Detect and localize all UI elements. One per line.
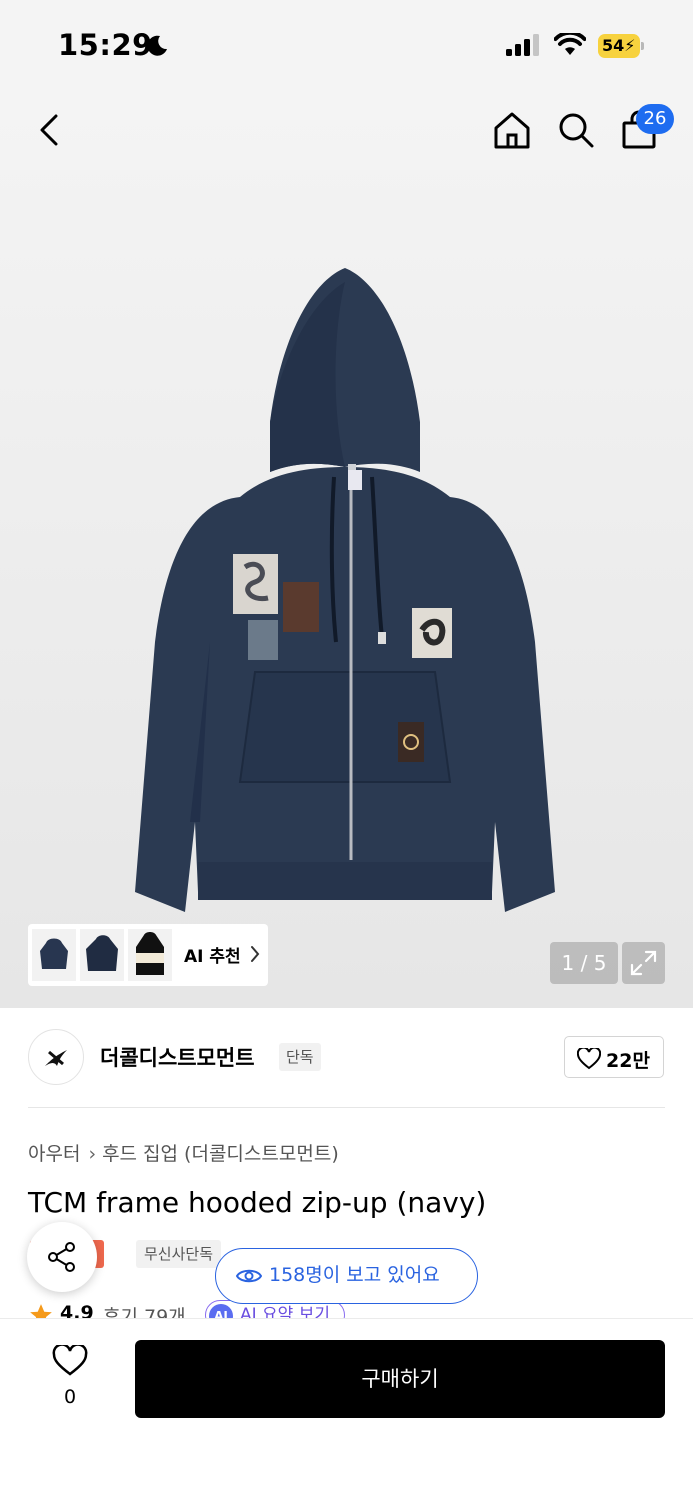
battery-cap <box>641 42 644 50</box>
star-icon <box>30 1304 52 1318</box>
battery-indicator: 54⚡ <box>598 34 646 58</box>
buy-button[interactable]: 구매하기 <box>135 1340 665 1418</box>
charging-bolt-icon: ⚡ <box>624 36 636 55</box>
status-time: 15:29 <box>58 28 153 62</box>
chevron-right-icon: › <box>88 1143 97 1165</box>
moon-icon <box>147 35 167 56</box>
ai-summary-label: AI 요약 보기 <box>240 1305 331 1318</box>
battery-text: 54 <box>602 36 625 55</box>
product-title: TCM frame hooded zip-up (navy) <box>28 1186 487 1219</box>
ai-recommend-label: AI 추천 <box>184 947 241 967</box>
ai-recommend-thumb-2 <box>80 929 124 981</box>
battery-level: 54⚡ <box>598 34 640 58</box>
breadcrumb-subcategory[interactable]: 후드 집업 (더콜디스트모먼트) <box>102 1143 339 1165</box>
back-arrow-icon[interactable] <box>32 110 68 150</box>
chevron-right-icon <box>251 946 260 962</box>
share-button[interactable] <box>27 1222 97 1292</box>
ai-recommend-button[interactable]: AI 추천 <box>28 924 268 986</box>
share-icon <box>48 1242 75 1272</box>
brand-name-link[interactable]: 더콜디스트모먼트 <box>100 1042 255 1072</box>
expand-image-button[interactable] <box>622 942 665 984</box>
heart-outline-icon <box>577 1048 601 1070</box>
status-bar: 15:29 54⚡ <box>0 0 693 92</box>
ai-recommend-thumb-3 <box>128 929 172 981</box>
breadcrumb-category[interactable]: 아우터 <box>28 1143 80 1165</box>
viewers-text: 158명이 보고 있어요 <box>269 1264 440 1286</box>
product-image-hoodie[interactable] <box>120 262 570 922</box>
breadcrumb: 아우터 › 후드 집업 (더콜디스트모먼트) <box>28 1139 339 1166</box>
ai-recommend-thumb-1 <box>32 929 76 981</box>
brand-exclusive-badge: 단독 <box>279 1043 321 1071</box>
brand-like-button[interactable]: 22만 <box>564 1036 664 1078</box>
ai-badge-icon: AI <box>209 1304 233 1318</box>
section-divider <box>28 1107 665 1108</box>
brand-like-count: 22만 <box>606 1050 650 1072</box>
cart-count-badge: 26 <box>636 104 674 134</box>
cellular-signal-icon <box>506 34 539 56</box>
expand-icon <box>630 950 657 976</box>
wifi-icon <box>554 33 586 55</box>
brand-logo[interactable] <box>28 1029 84 1085</box>
search-icon[interactable] <box>556 110 596 150</box>
home-icon[interactable] <box>492 110 532 150</box>
brand-logo-mark <box>45 1050 67 1066</box>
wishlist-heart-icon[interactable] <box>52 1345 88 1377</box>
wishlist-count: 0 <box>63 1386 77 1408</box>
image-page-counter: 1 / 5 <box>550 942 618 984</box>
review-count-link[interactable]: 후기 79개 <box>103 1302 186 1318</box>
viewers-now-pill: 158명이 보고 있어요 <box>215 1248 478 1304</box>
rating-value: 4.9 <box>60 1302 94 1318</box>
musinsa-exclusive-tag: 무신사단독 <box>136 1240 222 1268</box>
eye-icon <box>236 1269 262 1283</box>
